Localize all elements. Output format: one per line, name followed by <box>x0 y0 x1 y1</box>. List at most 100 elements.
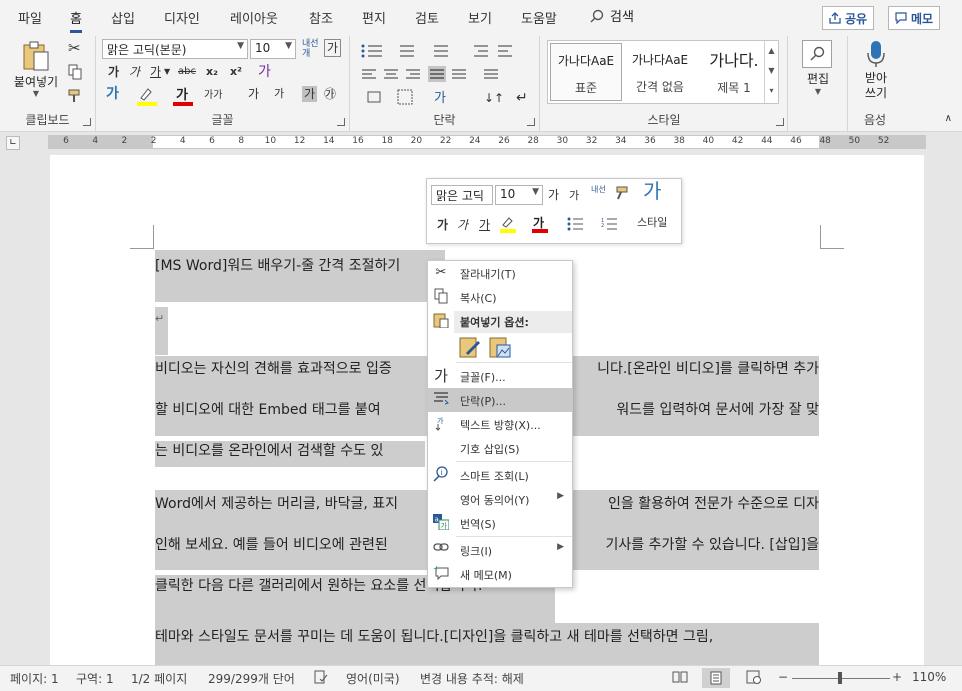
clear-format-icon[interactable]: 가 <box>324 39 342 57</box>
tab-insert[interactable]: 삽입 <box>111 8 135 27</box>
tab-home[interactable]: 홈 <box>70 8 82 33</box>
paragraph-launcher-icon[interactable] <box>527 118 535 126</box>
menu-item-new-comment[interactable]: + 새 메모(M) <box>428 562 572 586</box>
char-shading-button[interactable]: 가 <box>302 86 318 102</box>
font-color-button[interactable]: 가 <box>172 86 194 110</box>
tab-selector-icon[interactable]: ∟ <box>6 136 20 150</box>
mini-italic-button[interactable]: 가 <box>457 217 468 233</box>
status-page-of[interactable]: 1/2 페이지 <box>131 670 187 687</box>
menu-item-insert-symbol[interactable]: 기호 삽입(S) <box>428 436 572 460</box>
paste-picture-button[interactable] <box>488 335 514 361</box>
tab-references[interactable]: 참조 <box>309 8 333 27</box>
zoom-level[interactable]: 110% <box>912 670 946 684</box>
comments-button[interactable]: 메모 <box>888 6 941 30</box>
tab-design[interactable]: 디자인 <box>164 8 200 27</box>
tab-mailings[interactable]: 편지 <box>362 8 386 27</box>
mini-grow-font-button[interactable]: 가 <box>548 187 559 203</box>
zoom-in-button[interactable]: + <box>892 670 902 684</box>
copy-icon <box>432 288 450 306</box>
horizontal-ruler[interactable]: 6 4 2 2 4 6 8 10 12 14 16 18 20 22 24 26 28 30 32 34 36 38 40 4… <box>48 135 926 149</box>
chevron-down-icon[interactable]: ▼ <box>164 64 170 80</box>
mini-bullets-icon[interactable] <box>567 217 583 235</box>
enclose-char-button[interactable]: ㉮ <box>324 86 336 102</box>
svg-text:가: 가 <box>434 91 446 106</box>
font-size-combo[interactable]: 10 ▼ <box>250 39 296 59</box>
menu-item-smart-lookup[interactable]: i 스마트 조회(L) <box>428 463 572 487</box>
tab-view[interactable]: 보기 <box>468 8 492 27</box>
status-bar: 페이지: 1 구역: 1 1/2 페이지 299/299개 단어 영어(미국) … <box>0 665 962 691</box>
text-effects-button[interactable]: 가 <box>106 86 119 102</box>
shrink-font-button[interactable]: 가 <box>274 86 284 102</box>
mini-styles-label[interactable]: 스타일 <box>637 215 667 231</box>
copy-icon[interactable] <box>68 64 82 84</box>
mini-font-size: 10 <box>500 187 516 201</box>
paste-keep-source-button[interactable] <box>458 335 484 361</box>
menu-item-text-direction[interactable]: 가 텍스트 방향(X)... <box>428 412 572 436</box>
menu-item-synonyms[interactable]: 영어 동의어(Y) ▶ <box>428 487 572 511</box>
status-section[interactable]: 구역: 1 <box>76 670 114 687</box>
collapse-ribbon-icon[interactable]: ∧ <box>945 111 952 127</box>
proofing-icon[interactable] <box>314 670 328 687</box>
clipboard-launcher-icon[interactable] <box>83 118 91 126</box>
mini-styles-icon[interactable]: 가 <box>643 181 661 201</box>
print-layout-icon[interactable] <box>702 668 730 688</box>
smart-lookup-icon: i <box>432 466 450 484</box>
italic-button[interactable]: 가 <box>129 64 140 80</box>
mini-char-spacing-button[interactable]: 내선 <box>591 185 606 194</box>
font-launcher-icon[interactable] <box>337 118 345 126</box>
mini-shrink-font-button[interactable]: 가 <box>569 188 579 204</box>
char-shade-label[interactable]: 가가 <box>204 88 222 104</box>
ruler-number: 28 <box>527 136 539 146</box>
subscript-button[interactable]: x₂ <box>206 64 218 80</box>
dictate-button[interactable]: 받아쓰기 <box>856 40 896 101</box>
paste-dropdown-icon[interactable]: ▼ <box>8 89 64 98</box>
paragraph-tools-icon[interactable]: 가 ↓↑ ↵ <box>358 40 534 106</box>
menu-item-link[interactable]: 링크(I) ▶ <box>428 538 572 562</box>
zoom-out-button[interactable]: − <box>778 670 788 684</box>
grow-font-button[interactable]: 가 <box>248 86 259 102</box>
font-name-combo[interactable]: 맑은 고딕(본문) ▼ <box>102 39 248 59</box>
menu-item-copy[interactable]: 복사(C) <box>428 285 572 309</box>
status-word-count[interactable]: 299/299개 단어 <box>208 670 295 687</box>
tab-review[interactable]: 검토 <box>415 8 439 27</box>
chevron-right-icon: ▶ <box>557 491 564 501</box>
web-layout-icon[interactable] <box>746 670 762 687</box>
menu-item-paragraph[interactable]: 단락(P)... <box>428 388 572 412</box>
search-box[interactable]: 검색 <box>590 6 634 25</box>
status-language[interactable]: 영어(미국) <box>346 670 400 687</box>
status-page[interactable]: 페이지: 1 <box>10 670 59 687</box>
underline-button[interactable]: 가 <box>150 64 161 80</box>
strikethrough-button[interactable]: abc <box>178 64 196 80</box>
share-button[interactable]: 공유 <box>822 6 875 30</box>
menu-item-label: 복사(C) <box>460 292 497 305</box>
read-mode-icon[interactable] <box>672 670 688 687</box>
tab-layout[interactable]: 레이아웃 <box>230 8 278 27</box>
paste-button[interactable]: 붙여넣기 ▼ <box>8 40 64 102</box>
mini-font-name-combo[interactable]: 맑은 고딕 <box>431 185 493 205</box>
mini-format-painter-icon[interactable] <box>613 185 629 205</box>
zoom-slider-thumb[interactable] <box>838 672 842 684</box>
mini-underline-button[interactable]: 가 <box>479 217 490 233</box>
vertical-scrollbar[interactable] <box>952 152 962 665</box>
highlight-button[interactable] <box>136 86 158 110</box>
text-effect-icon[interactable]: 가 <box>258 64 271 80</box>
styles-launcher-icon[interactable] <box>776 118 784 126</box>
superscript-button[interactable]: x² <box>230 64 242 80</box>
tab-file[interactable]: 파일 <box>18 8 42 27</box>
menu-item-font[interactable]: 가 글꼴(F)... <box>428 364 572 388</box>
mini-font-size-combo[interactable]: 10 ▼ <box>495 185 543 205</box>
status-track-changes[interactable]: 변경 내용 추적: 해제 <box>420 670 524 687</box>
mini-highlight-button[interactable] <box>499 215 517 237</box>
mini-font-color-button[interactable]: 가 <box>531 215 549 237</box>
menu-item-cut[interactable]: ✂ 잘라내기(T) <box>428 261 572 285</box>
menu-item-translate[interactable]: a가 번역(S) <box>428 511 572 535</box>
format-painter-icon[interactable] <box>68 88 84 108</box>
editing-button[interactable]: 편집 ▼ <box>802 40 834 100</box>
tab-help[interactable]: 도움말 <box>521 8 557 27</box>
char-spacing-icon[interactable]: 내선 개 <box>302 39 319 59</box>
bold-button[interactable]: 가 <box>108 64 119 80</box>
cut-icon[interactable]: ✂ <box>68 40 81 56</box>
mini-numbering-icon[interactable]: 12 <box>601 217 617 235</box>
mini-bold-button[interactable]: 가 <box>437 217 448 233</box>
ruler-number: 6 <box>209 136 215 146</box>
